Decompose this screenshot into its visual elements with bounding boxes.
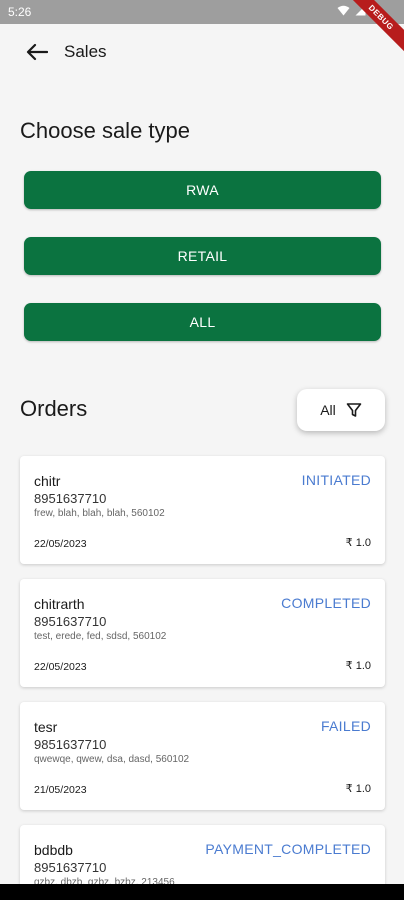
filter-label: All	[320, 402, 336, 418]
page-title: Sales	[64, 42, 107, 61]
order-status: FAILED	[320, 718, 371, 734]
order-address: test, erede, fed, sdsd, 560102	[34, 631, 167, 642]
order-card[interactable]: chitr 8951637710 frew, blah, blah, blah,…	[20, 456, 385, 564]
back-arrow-icon[interactable]	[24, 39, 50, 65]
order-card[interactable]: chitrarth 8951637710 test, erede, fed, s…	[20, 579, 385, 687]
order-date: 21/05/2023	[34, 784, 87, 796]
retail-button[interactable]: RETAIL	[24, 237, 381, 275]
rwa-button[interactable]: RWA	[24, 171, 381, 209]
order-phone: 8951637710	[34, 860, 107, 875]
order-customer-name: chitr	[34, 473, 61, 489]
order-status: PAYMENT_COMPLETED	[205, 841, 371, 857]
order-amount: ₹ 1.0	[345, 660, 371, 672]
order-amount: ₹ 1.0	[345, 537, 371, 549]
order-address: frew, blah, blah, blah, 560102	[34, 508, 165, 519]
order-phone: 8951637710	[34, 614, 107, 629]
order-customer-name: chitrarth	[34, 596, 85, 612]
order-customer-name: bdbdb	[34, 842, 73, 858]
order-phone: 9851637710	[34, 737, 107, 752]
orders-heading: Orders	[20, 396, 88, 421]
all-button[interactable]: ALL	[24, 303, 381, 341]
wifi-icon	[337, 5, 350, 15]
status-time: 5:26	[8, 5, 32, 19]
system-navigation-bar	[0, 884, 404, 900]
order-date: 22/05/2023	[34, 538, 87, 550]
filter-button[interactable]: All	[297, 389, 385, 431]
filter-icon	[346, 402, 362, 418]
order-customer-name: tesr	[34, 719, 58, 735]
order-status: COMPLETED	[281, 595, 371, 611]
order-card[interactable]: tesr 9851637710 qwewqe, qwew, dsa, dasd,…	[20, 702, 385, 810]
app-bar: Sales	[0, 24, 404, 80]
status-bar: 5:26 DEBUG	[0, 0, 404, 55]
sale-type-heading: Choose sale type	[20, 118, 190, 143]
order-status: INITIATED	[301, 472, 371, 488]
order-amount: ₹ 1.0	[345, 783, 371, 795]
order-phone: 8951637710	[34, 491, 107, 506]
order-address: qwewqe, qwew, dsa, dasd, 560102	[34, 754, 190, 765]
order-date: 22/05/2023	[34, 661, 87, 673]
